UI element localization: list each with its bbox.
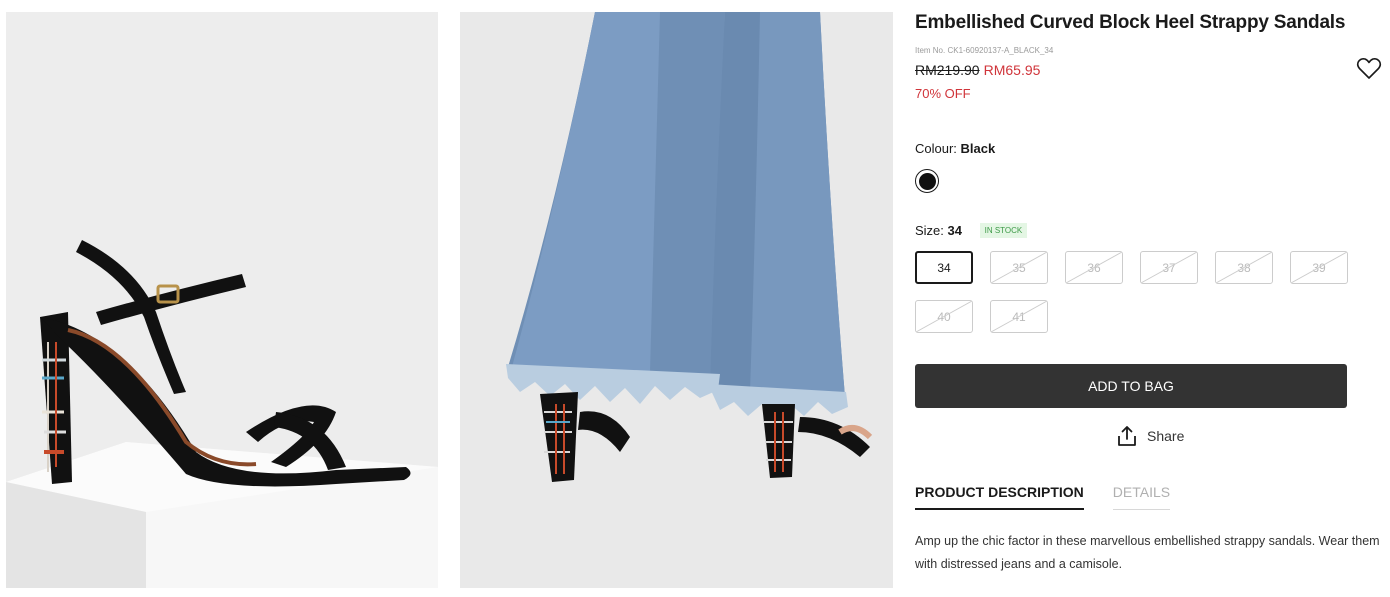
unavailable-strike bbox=[916, 301, 972, 332]
sandal-side-image bbox=[6, 12, 438, 588]
heart-icon bbox=[1356, 57, 1382, 79]
discount-label: 70% OFF bbox=[915, 86, 971, 101]
size-option[interactable]: 39 bbox=[1290, 251, 1348, 284]
share-icon bbox=[1118, 426, 1136, 446]
original-price: RM219.90 bbox=[915, 62, 980, 78]
size-selected: 34 bbox=[947, 223, 962, 238]
share-button[interactable]: Share bbox=[1115, 424, 1184, 448]
unavailable-strike bbox=[1291, 252, 1347, 283]
add-to-bag-button[interactable]: ADD TO BAG bbox=[915, 364, 1347, 408]
size-option[interactable]: 40 bbox=[915, 300, 973, 333]
tab-details[interactable]: DETAILS bbox=[1112, 484, 1171, 510]
price-block: RM219.90 RM65.95 bbox=[915, 62, 1040, 78]
size-option[interactable]: 41 bbox=[990, 300, 1048, 333]
colour-swatch-black[interactable] bbox=[915, 169, 939, 193]
colour-selector-label: Colour: Black bbox=[915, 141, 995, 156]
size-label: Size: bbox=[915, 223, 944, 238]
colour-label: Colour: bbox=[915, 141, 957, 156]
unavailable-strike bbox=[1066, 252, 1122, 283]
size-option[interactable]: 36 bbox=[1065, 251, 1123, 284]
size-option[interactable]: 38 bbox=[1215, 251, 1273, 284]
unavailable-strike bbox=[1216, 252, 1272, 283]
product-description-text: Amp up the chic factor in these marvello… bbox=[915, 534, 1380, 571]
product-image-side[interactable] bbox=[6, 12, 438, 588]
unavailable-strike bbox=[1141, 252, 1197, 283]
size-option[interactable]: 35 bbox=[990, 251, 1048, 284]
size-selector-label: Size: 34 IN STOCK bbox=[915, 223, 1028, 238]
size-option-label: 34 bbox=[937, 260, 951, 275]
sale-price: RM65.95 bbox=[983, 62, 1041, 78]
unavailable-strike bbox=[991, 252, 1047, 283]
stock-badge: IN STOCK bbox=[979, 223, 1028, 238]
share-label: Share bbox=[1147, 428, 1185, 444]
product-image-worn[interactable] bbox=[460, 12, 893, 588]
product-tabs: PRODUCT DESCRIPTION DETAILS bbox=[915, 484, 1199, 510]
tab-product-description[interactable]: PRODUCT DESCRIPTION bbox=[915, 484, 1084, 510]
wishlist-button[interactable] bbox=[1356, 57, 1382, 81]
size-option[interactable]: 34 bbox=[915, 251, 973, 284]
unavailable-strike bbox=[991, 301, 1047, 332]
item-number: Item No. CK1-60920137-A_BLACK_34 bbox=[915, 46, 1054, 55]
product-title: Embellished Curved Block Heel Strappy Sa… bbox=[915, 12, 1346, 33]
colour-selected: Black bbox=[960, 141, 996, 156]
swatch-fill bbox=[918, 172, 936, 190]
jeans-sandals-image bbox=[460, 12, 893, 588]
size-option[interactable]: 37 bbox=[1140, 251, 1198, 284]
